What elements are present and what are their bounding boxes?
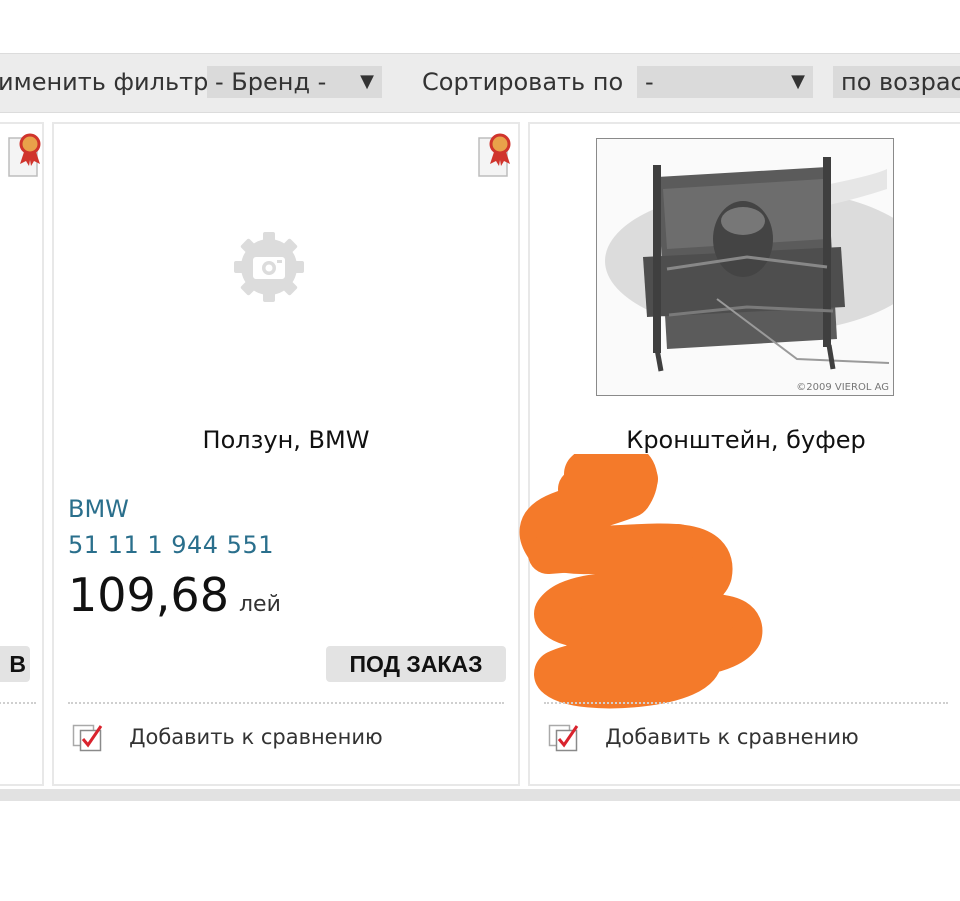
dropdown-arrow-icon: ▼ [791,71,805,92]
product-image[interactable]: ©2009 VIEROL AG [596,138,894,396]
add-to-compare[interactable]: Добавить к сравнению [548,721,859,753]
price-value: 109,68 [68,568,229,622]
filter-bar: именить фильтр - Бренд - ▼ Сортировать п… [0,53,960,113]
price: 109,68 лей [68,568,281,622]
product-title[interactable]: Ползун, BMW [54,426,518,454]
apply-filter-link[interactable]: именить фильтр [0,68,208,96]
order-button[interactable]: В [0,646,30,682]
product-card: Ползун, BMW BMW 51 11 1 944 551 109,68 ле… [52,122,520,786]
compare-label[interactable]: Добавить к сравнению [129,725,383,749]
product-title[interactable]: Кронштейн, буфер [530,426,960,454]
photo-credit: ©2009 VIEROL AG [796,382,889,393]
redaction-scribble [519,454,763,709]
product-card: ©2009 VIEROL AG Кронштейн, буфер Добавит… [519,122,960,786]
compare-checkbox-icon[interactable] [548,721,582,753]
part-number-link[interactable]: 51 11 1 944 551 [68,531,274,559]
bracket-part-image [605,157,893,372]
separator [544,702,948,704]
compare-label[interactable]: Добавить к сравнению [605,725,859,749]
brand-select[interactable]: - Бренд - ▼ [207,66,382,98]
compare-checkbox-icon[interactable] [72,721,106,753]
product-card: В [0,122,44,786]
certificate-icon [8,133,41,177]
sort-select[interactable]: - ▼ [637,66,813,98]
order-button[interactable]: ПОД ЗАКАЗ [326,646,506,682]
brand-link[interactable]: BMW [68,495,129,523]
footer-strip [0,789,960,801]
add-to-compare[interactable]: Добавить к сравнению [72,721,383,753]
price-currency: лей [238,592,281,617]
order-select-value: по возрас [841,68,960,96]
certificate-icon [478,133,511,177]
separator [0,702,36,704]
dropdown-arrow-icon: ▼ [360,71,374,92]
order-select[interactable]: по возрас [833,66,960,98]
brand-select-value: - Бренд - [215,68,327,96]
separator [68,702,504,704]
sort-label: Сортировать по [422,68,624,96]
sort-select-value: - [645,68,654,96]
image-placeholder-icon [234,232,304,302]
